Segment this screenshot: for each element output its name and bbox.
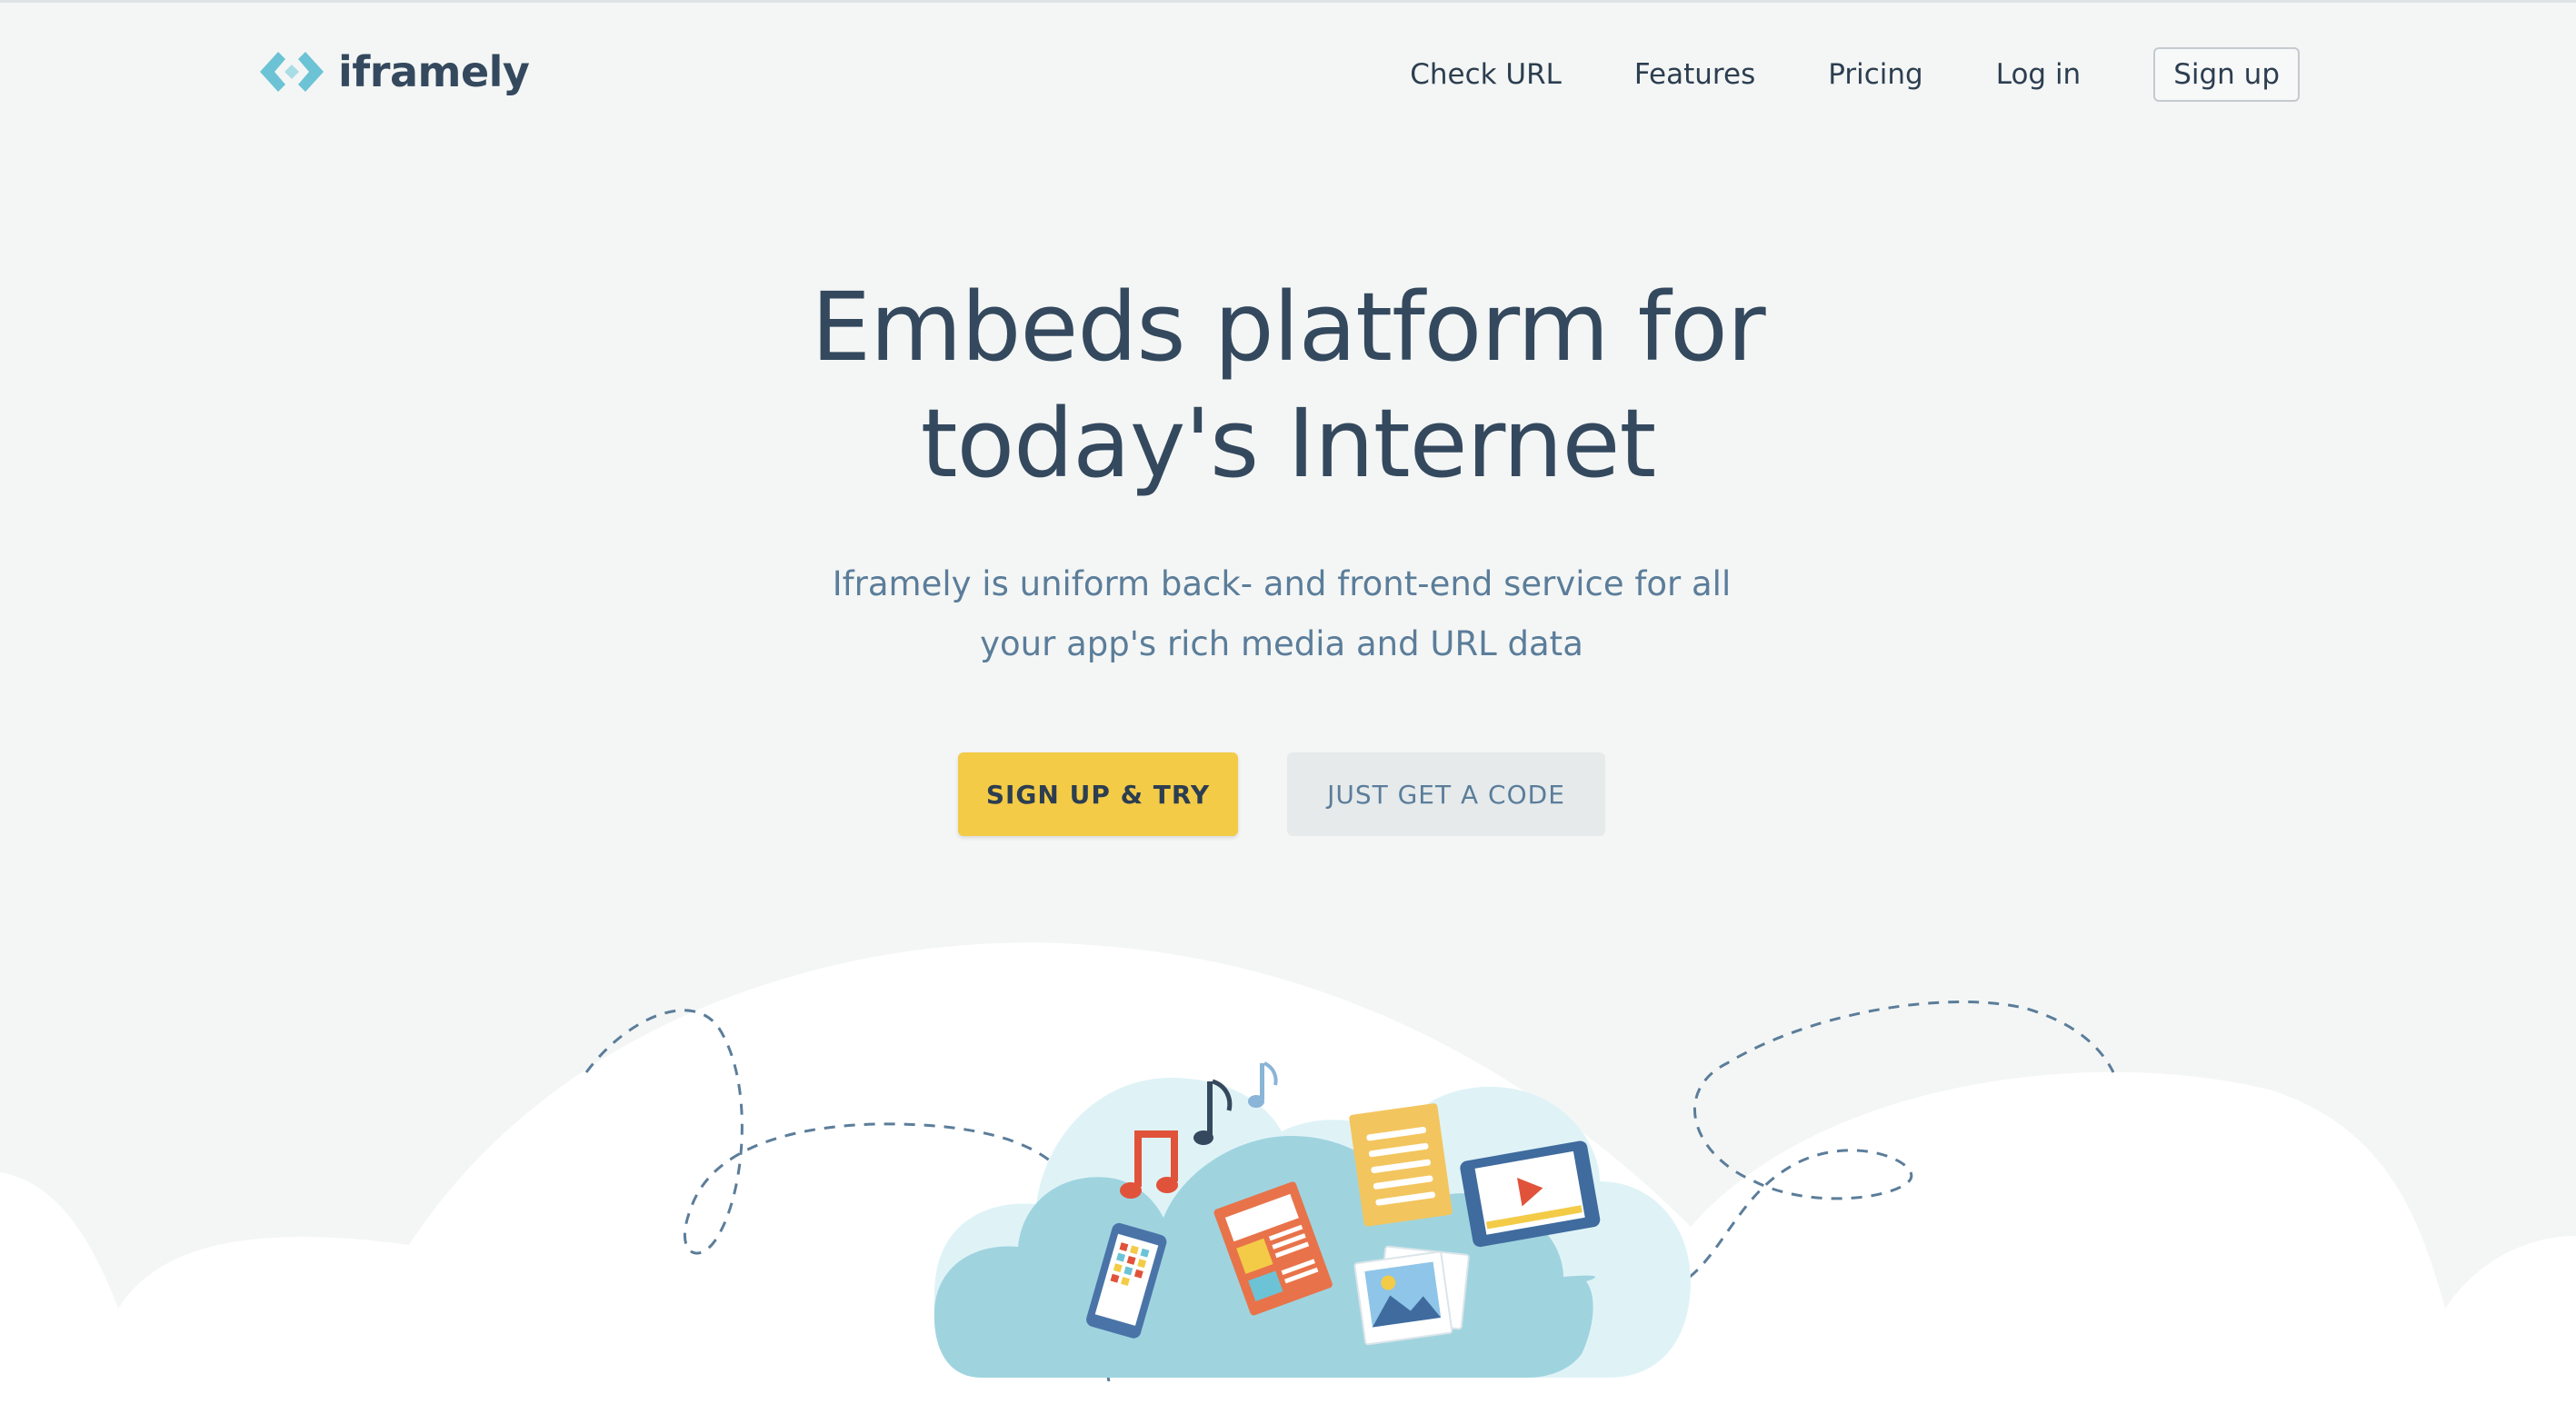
sign-up-button[interactable]: Sign up xyxy=(2153,47,2300,102)
hero-title: Embeds platform for today's Internet xyxy=(0,269,2576,502)
nav-log-in[interactable]: Log in xyxy=(1996,58,2081,91)
brand-name: iframely xyxy=(338,47,530,96)
hero-title-line-2: today's Internet xyxy=(920,388,1656,499)
photo-icon xyxy=(1353,1245,1470,1346)
hero-subtitle-line-1: Iframely is uniform back- and front-end … xyxy=(832,564,1732,603)
top-nav: Check URL Features Pricing Log in Sign u… xyxy=(1410,45,2300,104)
nav-features[interactable]: Features xyxy=(1634,58,1755,91)
sign-up-and-try-button[interactable]: SIGN UP & TRY xyxy=(958,752,1238,836)
top-border xyxy=(0,0,2576,3)
just-get-a-code-button[interactable]: JUST GET A CODE xyxy=(1287,752,1605,836)
cloud-illustration xyxy=(0,942,2576,1414)
nav-check-url[interactable]: Check URL xyxy=(1410,58,1562,91)
iframely-logo-icon xyxy=(260,52,324,92)
hero-title-line-1: Embeds platform for xyxy=(811,272,1765,383)
brand-logo[interactable]: iframely xyxy=(260,45,530,98)
hero-subtitle: Iframely is uniform back- and front-end … xyxy=(782,554,1782,674)
nav-pricing[interactable]: Pricing xyxy=(1828,58,1923,91)
hero-subtitle-line-2: your app's rich media and URL data xyxy=(980,624,1583,663)
document-icon xyxy=(1349,1103,1453,1227)
